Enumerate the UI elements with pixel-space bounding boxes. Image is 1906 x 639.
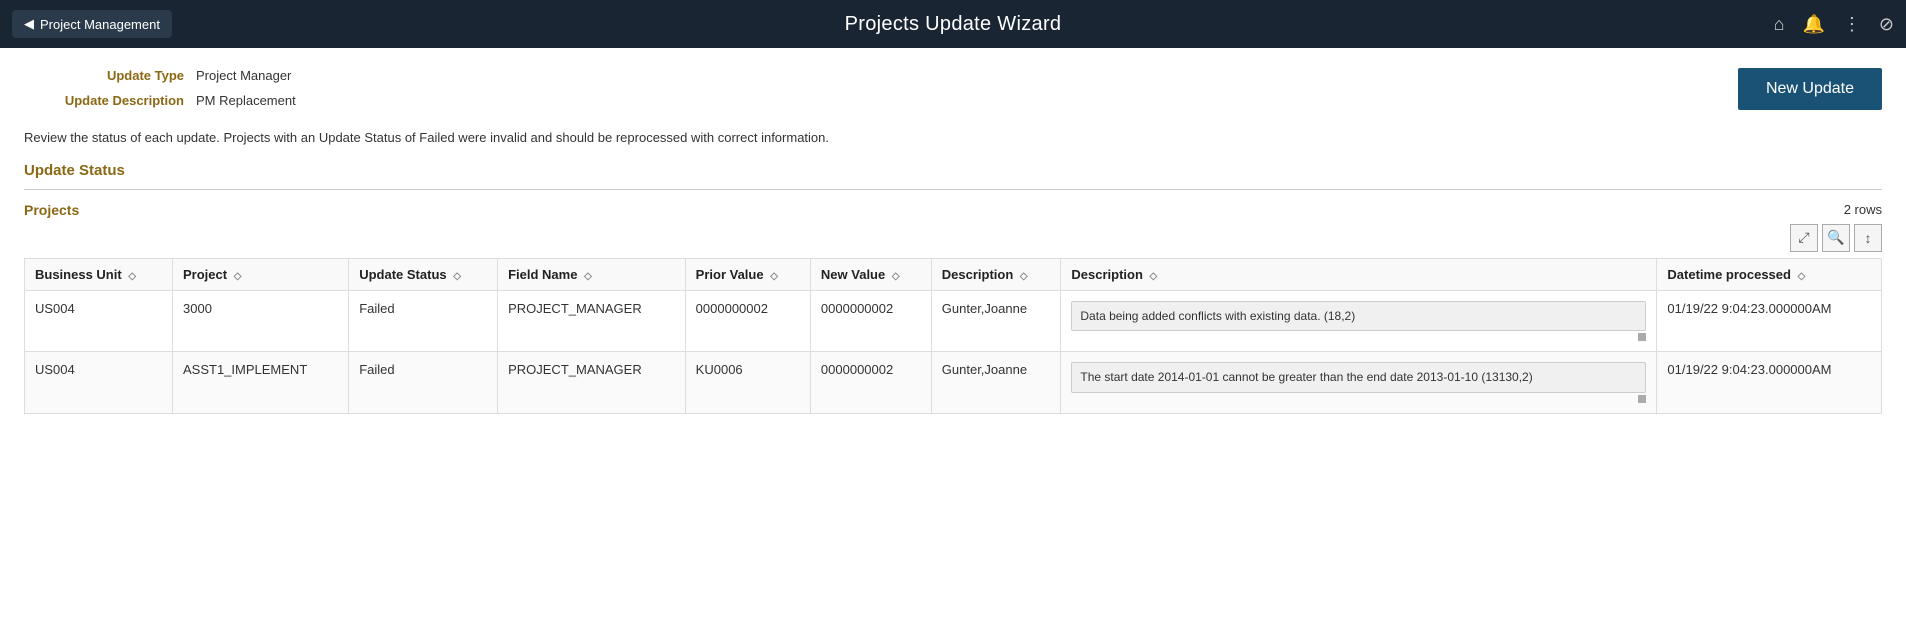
form-info: Update Type Project Manager Update Descr… [24,68,296,108]
projects-title: Projects [24,202,79,218]
cell-field-name-2: PROJECT_MANAGER [498,352,686,414]
new-update-button[interactable]: New Update [1738,68,1882,110]
header-icons: ⌂ 🔔 ⋮ ⊘ [1774,14,1894,35]
cell-update-status-1: Failed [349,290,498,352]
cell-update-status-2: Failed [349,352,498,414]
main-content: Update Type Project Manager Update Descr… [0,48,1906,434]
col-new-value[interactable]: New Value ◇ [810,258,931,290]
bell-icon[interactable]: 🔔 [1802,14,1824,35]
cell-field-name-1: PROJECT_MANAGER [498,290,686,352]
cell-project-2: ASST1_IMPLEMENT [173,352,349,414]
disable-icon[interactable]: ⊘ [1879,14,1894,35]
cell-new-value-1: 0000000002 [810,290,931,352]
sort-datetime-icon: ◇ [1798,271,1806,282]
section-divider [24,189,1882,190]
cell-description-long-2: The start date 2014-01-01 cannot be grea… [1061,352,1657,414]
sort-description-short-icon: ◇ [1020,271,1028,282]
col-datetime[interactable]: Datetime processed ◇ [1657,258,1882,290]
cell-datetime-1: 01/19/22 9:04:23.000000AM [1657,290,1882,352]
projects-header: Projects 2 rows [24,202,1882,218]
update-type-value: Project Manager [196,68,291,83]
sort-update-status-icon: ◇ [453,271,461,282]
resize-handle-1[interactable] [1638,333,1646,341]
back-label: Project Management [40,17,160,32]
col-prior-value[interactable]: Prior Value ◇ [685,258,810,290]
col-project[interactable]: Project ◇ [173,258,349,290]
cell-prior-value-2: KU0006 [685,352,810,414]
table-row: US004 3000 Failed PROJECT_MANAGER 000000… [25,290,1882,352]
sort-button[interactable]: ↕ [1854,224,1882,252]
back-button[interactable]: ◀ Project Management [12,10,172,38]
sort-field-name-icon: ◇ [584,271,592,282]
cell-business-unit-1: US004 [25,290,173,352]
search-icon: 🔍 [1827,229,1844,246]
home-icon[interactable]: ⌂ [1774,14,1785,35]
cell-prior-value-1: 0000000002 [685,290,810,352]
projects-table: Business Unit ◇ Project ◇ Update Status … [24,258,1882,415]
rows-count: 2 rows [1844,202,1882,217]
col-description-long[interactable]: Description ◇ [1061,258,1657,290]
cell-project-1: 3000 [173,290,349,352]
update-description-row: Update Description PM Replacement [24,93,296,108]
sort-project-icon: ◇ [234,271,242,282]
resize-handle-2[interactable] [1638,395,1646,403]
more-icon[interactable]: ⋮ [1843,14,1861,35]
cell-new-value-2: 0000000002 [810,352,931,414]
tooltip-box-2: The start date 2014-01-01 cannot be grea… [1071,362,1646,393]
update-type-label: Update Type [24,68,184,83]
sort-icon: ↕ [1865,230,1872,246]
table-body: US004 3000 Failed PROJECT_MANAGER 000000… [25,290,1882,414]
col-business-unit[interactable]: Business Unit ◇ [25,258,173,290]
sort-new-value-icon: ◇ [892,271,900,282]
sort-business-unit-icon: ◇ [128,271,136,282]
sort-prior-value-icon: ◇ [770,271,778,282]
table-row: US004 ASST1_IMPLEMENT Failed PROJECT_MAN… [25,352,1882,414]
cell-datetime-2: 01/19/22 9:04:23.000000AM [1657,352,1882,414]
cell-description-long-1: Data being added conflicts with existing… [1061,290,1657,352]
col-description-short[interactable]: Description ◇ [931,258,1061,290]
update-description-label: Update Description [24,93,184,108]
expand-button[interactable]: ⤢ [1790,224,1818,252]
cell-description-short-2: Gunter,Joanne [931,352,1061,414]
update-type-row: Update Type Project Manager [24,68,296,83]
update-description-value: PM Replacement [196,93,296,108]
expand-icon: ⤢ [1798,229,1809,246]
sort-description-long-icon: ◇ [1150,271,1158,282]
review-text: Review the status of each update. Projec… [24,128,1882,148]
cell-business-unit-2: US004 [25,352,173,414]
search-button[interactable]: 🔍 [1822,224,1850,252]
cell-description-short-1: Gunter,Joanne [931,290,1061,352]
update-status-title: Update Status [24,162,1882,179]
back-icon: ◀ [24,16,34,32]
header: ◀ Project Management Projects Update Wiz… [0,0,1906,48]
col-update-status[interactable]: Update Status ◇ [349,258,498,290]
tooltip-box-1: Data being added conflicts with existing… [1071,301,1646,332]
page-title: Projects Update Wizard [845,13,1062,36]
table-toolbar: ⤢ 🔍 ↕ [24,224,1882,252]
table-header: Business Unit ◇ Project ◇ Update Status … [25,258,1882,290]
col-field-name[interactable]: Field Name ◇ [498,258,686,290]
